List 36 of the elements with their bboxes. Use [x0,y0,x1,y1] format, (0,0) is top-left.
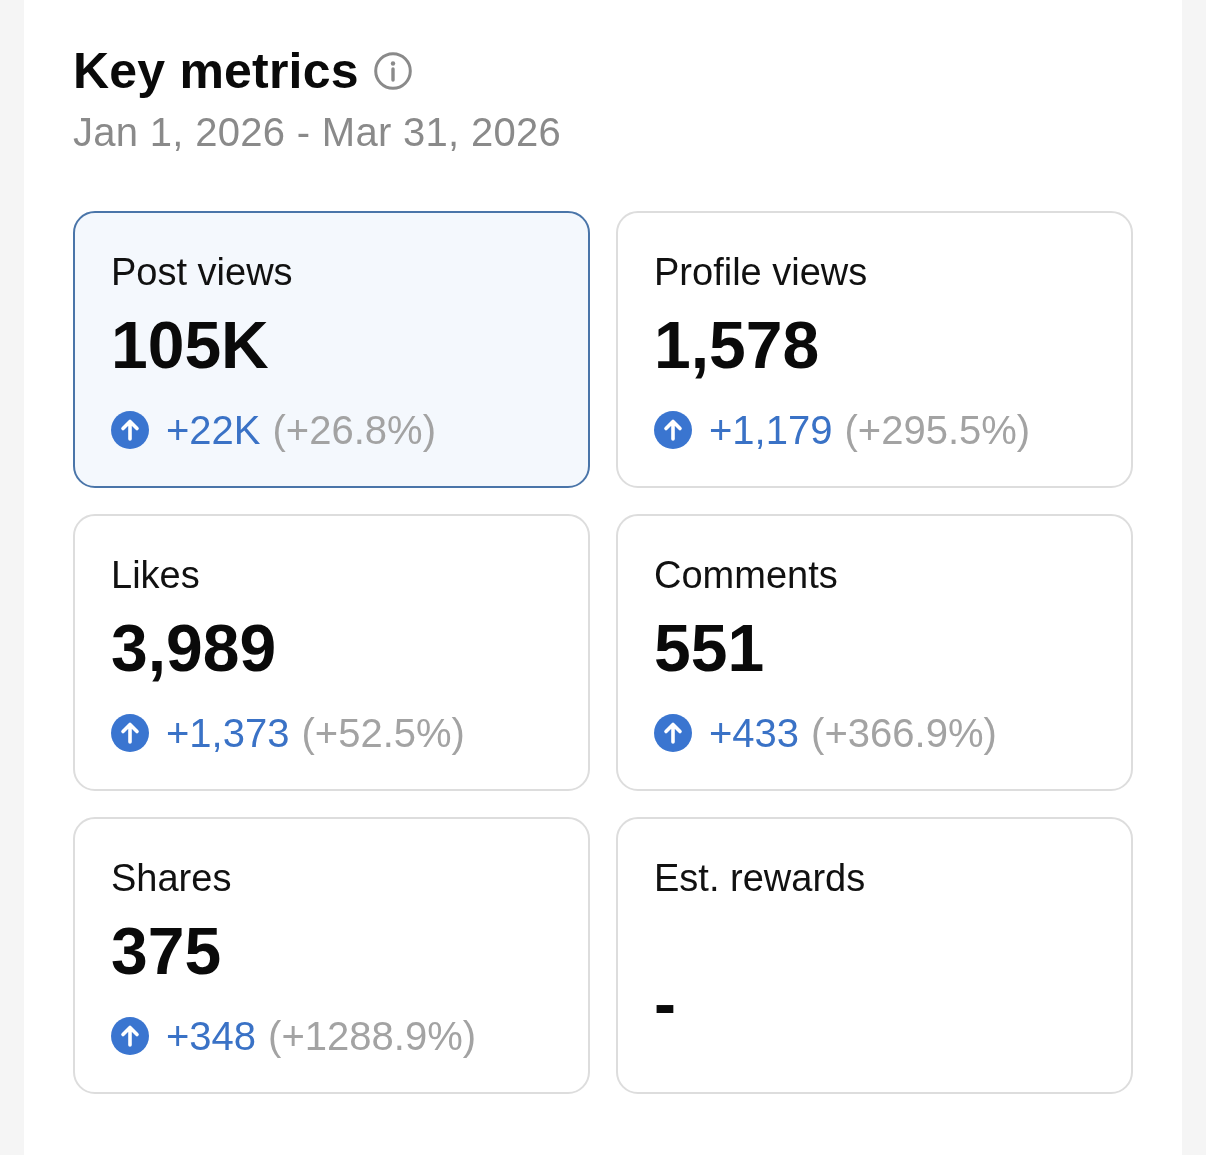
metric-card[interactable]: Est. rewards - [616,817,1133,1094]
date-range: Jan 1, 2026 - Mar 31, 2026 [73,109,563,156]
change-value: +348 [166,1013,257,1060]
change-value: +1,373 [166,710,290,757]
change-percent: (+366.9%) [811,710,997,757]
metric-value: 551 [654,610,765,686]
metric-card[interactable]: Comments 551 +433 (+366.9%) [616,514,1133,791]
change-percent: (+26.8%) [272,407,436,454]
change-percent: (+295.5%) [844,407,1031,454]
metric-label: Comments [654,553,839,598]
metric-value: 105K [111,307,269,383]
metric-card[interactable]: Post views 105K +22K (+26.8%) [73,211,590,488]
metric-card[interactable]: Shares 375 +348 (+1288.9%) [73,817,590,1094]
change-value: +1,179 [709,407,833,454]
metric-label: Est. rewards [654,856,867,901]
change-percent: (+52.5%) [301,710,465,757]
change-value: +22K [166,407,261,454]
metric-label: Shares [111,856,233,901]
metric-label: Likes [111,553,201,598]
metric-value: 1,578 [654,307,820,383]
metric-value: 3,989 [111,610,277,686]
info-icon[interactable] [373,52,412,90]
section-title: Key metrics [73,42,359,101]
metric-card[interactable]: Likes 3,989 +1,373 (+52.5%) [73,514,590,791]
change-value: +433 [709,710,800,757]
arrow-up-circle-icon [111,1017,149,1055]
arrow-up-circle-icon [654,411,692,449]
metric-card[interactable]: Profile views 1,578 +1,179 (+295.5%) [616,211,1133,488]
metric-value: - [654,964,676,1041]
arrow-up-circle-icon [654,714,692,752]
metric-value: 375 [111,913,222,989]
arrow-up-circle-icon [111,714,149,752]
change-percent: (+1288.9%) [268,1013,477,1060]
metric-label: Post views [111,250,294,295]
arrow-up-circle-icon [111,411,149,449]
metric-label: Profile views [654,250,869,295]
